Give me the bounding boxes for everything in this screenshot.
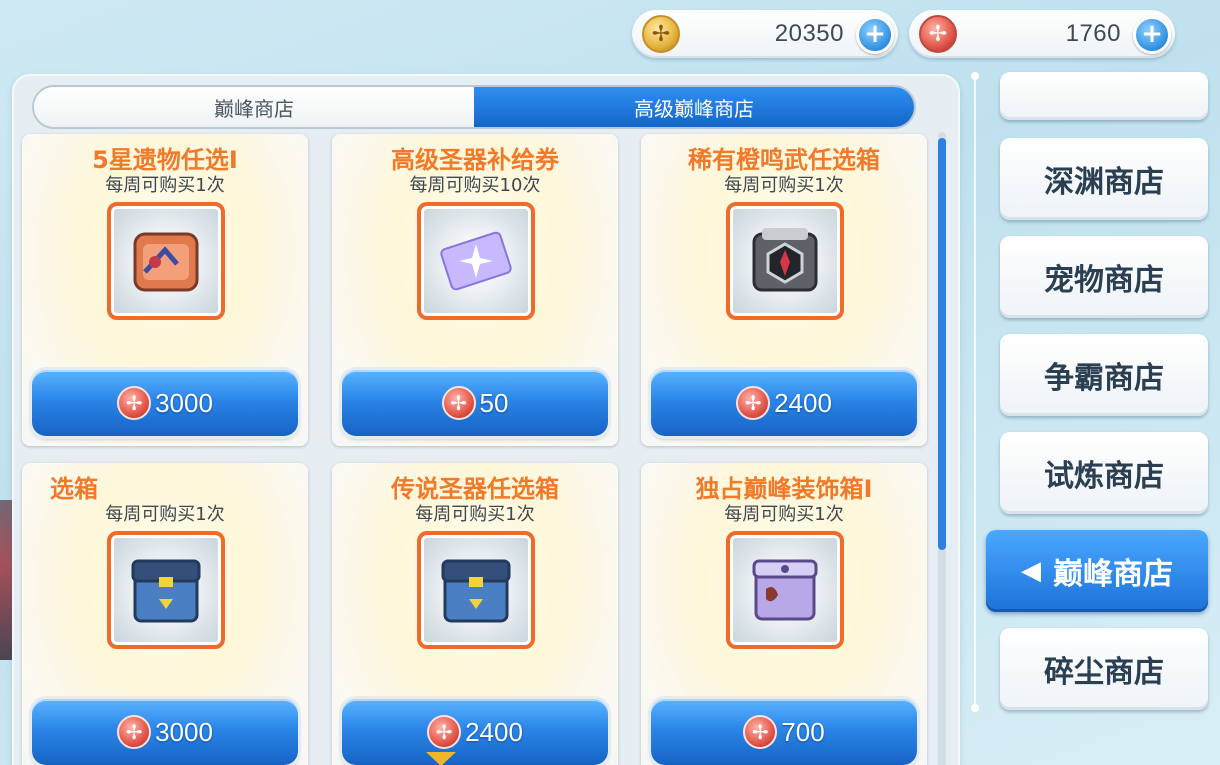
tab-advanced-peak-shop[interactable]: 高级巅峰商店 xyxy=(474,87,914,127)
shop-item-card[interactable]: 独占巅峰装饰箱Ⅰ 每周可购买1次 ✢ 700 xyxy=(641,463,927,765)
item-frame[interactable] xyxy=(107,531,225,649)
blue-chest-icon xyxy=(441,559,511,623)
item-purchase-limit: 每周可购买1次 xyxy=(724,504,844,525)
purple-box-icon xyxy=(752,559,818,621)
item-title: 传说圣器任选箱 xyxy=(391,475,559,503)
item-purchase-limit: 每周可购买1次 xyxy=(105,175,225,196)
nav-item-contest-shop[interactable]: 争霸商店 xyxy=(1000,334,1208,416)
nav-item-label: 巅峰商店 xyxy=(1053,557,1173,592)
item-purchase-limit: 每周可购买10次 xyxy=(409,175,541,196)
item-purchase-limit: 每周可购买1次 xyxy=(105,504,225,525)
add-red-button[interactable]: + xyxy=(1133,16,1171,54)
item-price: 3000 xyxy=(155,387,213,418)
red-coin-icon: ✢ xyxy=(441,386,476,420)
red-coin-icon: ✢ xyxy=(427,715,462,749)
nav-rail xyxy=(974,76,976,708)
red-coin-icon: ✢ xyxy=(117,386,152,420)
gold-amount: 20350 xyxy=(774,20,844,47)
red-amount: 1760 xyxy=(1065,20,1121,47)
item-title: 独占巅峰装饰箱Ⅰ xyxy=(695,475,873,503)
item-frame[interactable] xyxy=(107,202,225,320)
shop-panel: 巅峰商店 高级巅峰商店 5星遗物任选Ⅰ 每周可购买1次 ✢ 3000 高级圣器补… xyxy=(14,76,958,765)
buy-button[interactable]: ✢ 700 xyxy=(651,699,917,765)
shop-item-card[interactable]: 5星遗物任选Ⅰ 每周可购买1次 ✢ 3000 xyxy=(22,134,308,446)
red-coin-icon: ✢ xyxy=(736,386,771,420)
item-price: 50 xyxy=(479,387,509,418)
item-price: 2400 xyxy=(774,387,832,418)
nav-rail-dot xyxy=(971,72,979,80)
buy-button[interactable]: ✢ 50 xyxy=(342,370,608,436)
shop-tabs: 巅峰商店 高级巅峰商店 xyxy=(32,85,916,129)
item-title: 稀有橙鸣武任选箱 xyxy=(688,146,880,174)
item-title: 选箱 xyxy=(50,475,98,503)
item-frame[interactable] xyxy=(417,531,535,649)
item-price: 2400 xyxy=(465,716,523,747)
blue-chest-icon xyxy=(131,559,201,623)
item-frame[interactable] xyxy=(726,531,844,649)
scroll-thumb[interactable] xyxy=(938,138,946,550)
add-gold-button[interactable]: + xyxy=(856,16,894,54)
red-coin-icon: ✢ xyxy=(919,15,957,53)
shop-item-card[interactable]: 传说圣器任选箱 每周可购买1次 ✢ 2400 xyxy=(332,463,618,765)
nav-item-dust-shop[interactable]: 碎尘商店 xyxy=(1000,628,1208,710)
nav-rail-dot xyxy=(971,704,979,712)
relic-chest-icon xyxy=(133,232,199,292)
shop-item-card[interactable]: 高级圣器补给券 每周可购买10次 ✢ 50 xyxy=(332,134,618,446)
shop-item-card[interactable]: 选箱 每周可购买1次 ✢ 3000 xyxy=(22,463,308,765)
item-frame[interactable] xyxy=(726,202,844,320)
nav-item-peak-shop[interactable]: ◀ 巅峰商店 xyxy=(986,530,1208,612)
red-coin-icon: ✢ xyxy=(117,715,152,749)
item-price: 700 xyxy=(781,716,825,747)
item-price: 3000 xyxy=(155,716,213,747)
item-frame[interactable] xyxy=(417,202,535,320)
item-purchase-limit: 每周可购买1次 xyxy=(724,175,844,196)
buy-button[interactable]: ✢ 2400 xyxy=(342,699,608,765)
gold-coin-icon: ✢ xyxy=(642,15,680,53)
gold-currency-bar: ✢ 20350 + xyxy=(632,10,898,58)
buy-button[interactable]: ✢ 3000 xyxy=(32,370,298,436)
item-title: 高级圣器补给券 xyxy=(391,146,559,174)
red-currency-bar: ✢ 1760 + xyxy=(909,10,1175,58)
nav-item-trial-shop[interactable]: 试炼商店 xyxy=(1000,432,1208,514)
nav-item-partial[interactable] xyxy=(1000,72,1208,120)
weapon-box-icon xyxy=(752,228,818,292)
ticket-icon xyxy=(440,231,512,291)
red-coin-icon: ✢ xyxy=(743,715,778,749)
buy-button[interactable]: ✢ 3000 xyxy=(32,699,298,765)
active-arrow-icon: ◀ xyxy=(1021,556,1041,586)
nav-item-pet-shop[interactable]: 宠物商店 xyxy=(1000,236,1208,318)
shop-item-card[interactable]: 稀有橙鸣武任选箱 每周可购买1次 ✢ 2400 xyxy=(641,134,927,446)
item-purchase-limit: 每周可购买1次 xyxy=(415,504,535,525)
nav-item-abyss-shop[interactable]: 深渊商店 xyxy=(1000,138,1208,220)
buy-button[interactable]: ✢ 2400 xyxy=(651,370,917,436)
tab-peak-shop[interactable]: 巅峰商店 xyxy=(34,87,474,127)
item-title: 5星遗物任选Ⅰ xyxy=(92,146,238,174)
